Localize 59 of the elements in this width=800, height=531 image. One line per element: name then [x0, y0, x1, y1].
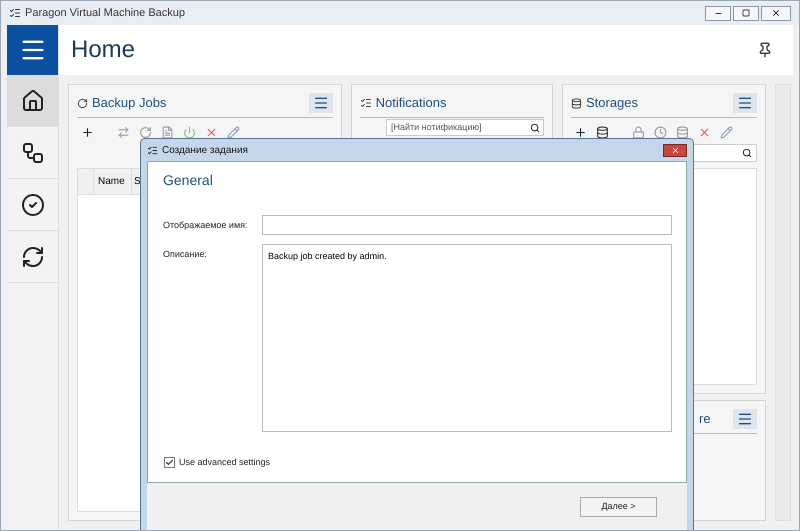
field-label: Описание:	[162, 248, 208, 261]
home-icon	[20, 88, 44, 112]
nodes-icon	[20, 140, 44, 164]
menu-icon	[737, 411, 754, 427]
panel-menu-button[interactable]	[308, 93, 333, 113]
check-icon	[165, 458, 174, 468]
panel-title: Storages	[586, 94, 638, 112]
menu-button[interactable]	[7, 25, 58, 75]
add-icon	[80, 126, 94, 138]
transfer-icon	[116, 126, 130, 138]
search-icon	[530, 122, 540, 132]
storage-icon	[676, 126, 690, 138]
edit-icon	[226, 126, 240, 138]
checkbox-label: Use advanced settings	[179, 456, 270, 469]
delete-icon	[698, 126, 712, 138]
column-header[interactable]: Name	[94, 169, 132, 194]
close-icon	[670, 146, 680, 154]
panel-title: Notifications	[376, 94, 446, 112]
clock-icon	[654, 126, 668, 138]
add-icon	[574, 126, 588, 138]
page-title: Home	[71, 35, 136, 65]
rerun-icon	[138, 126, 152, 138]
close-button[interactable]	[663, 144, 687, 156]
column-header[interactable]: S	[132, 169, 143, 194]
pin-icon	[757, 42, 773, 58]
name-field[interactable]	[262, 215, 672, 235]
edit-icon	[720, 126, 734, 138]
power-icon	[182, 126, 196, 138]
description-field[interactable]: Backup job created by admin.	[262, 244, 672, 432]
search-field[interactable]: [Найти нотификацию]	[386, 118, 544, 136]
nav-item[interactable]	[7, 75, 58, 127]
close-icon	[771, 8, 781, 18]
refresh-icon	[77, 98, 88, 108]
dialog-icon	[147, 144, 158, 156]
field-label: Отображаемое имя:	[162, 219, 249, 232]
panel-title: re	[698, 410, 711, 428]
document-icon	[160, 126, 174, 138]
search-icon	[742, 148, 752, 158]
list-icon	[360, 96, 372, 109]
menu-icon	[737, 95, 754, 111]
checkbox[interactable]	[164, 457, 175, 468]
panel-menu-button[interactable]	[733, 93, 758, 113]
dialog-title: Создание задания	[162, 144, 248, 158]
close-button[interactable]	[761, 6, 791, 20]
maximize-button[interactable]	[733, 6, 759, 20]
database-icon	[596, 126, 610, 138]
next-button[interactable]: Далее >	[580, 496, 657, 516]
dialog-heading: General	[163, 171, 214, 190]
maximize-icon	[742, 9, 750, 17]
panel-title: Backup Jobs	[92, 94, 166, 112]
panel-menu-button[interactable]	[733, 409, 758, 429]
delete-icon	[204, 126, 218, 138]
lock-icon	[632, 126, 646, 138]
app-icon	[9, 7, 21, 19]
window-title: Paragon Virtual Machine Backup	[25, 6, 186, 21]
menu-icon	[312, 95, 329, 111]
check-circle-icon	[20, 192, 44, 216]
database-icon	[570, 98, 582, 108]
sync-icon	[20, 244, 44, 268]
